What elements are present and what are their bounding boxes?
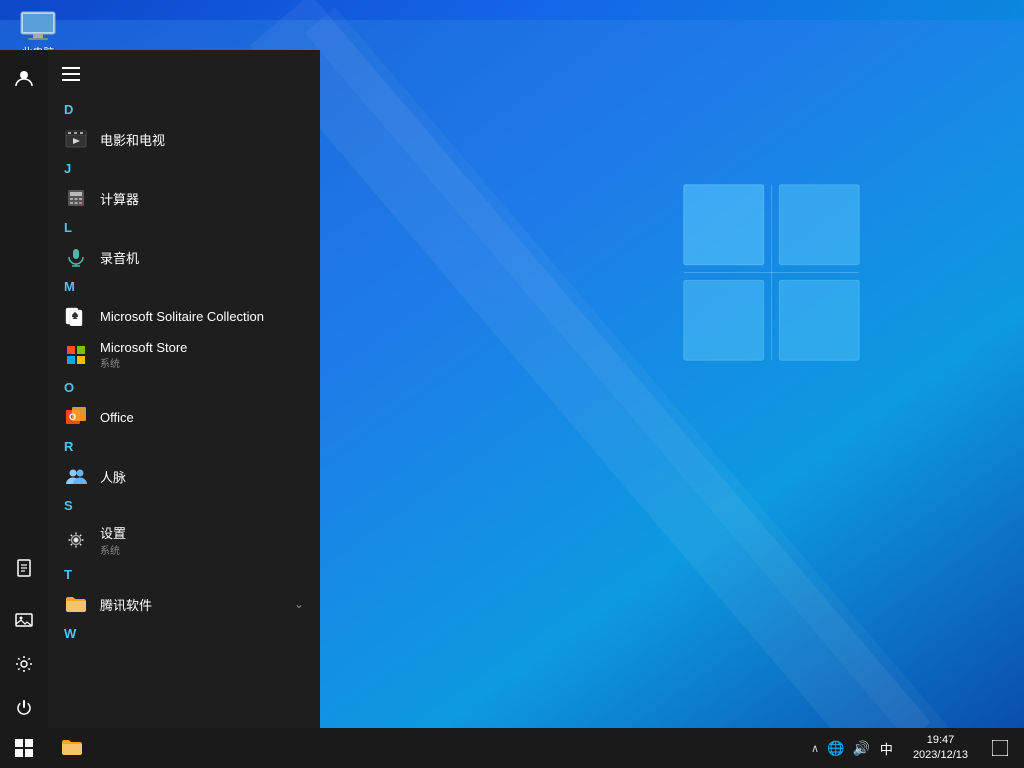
start-menu: D 电影和电视 J: [0, 50, 320, 728]
settings-icon: [64, 528, 88, 552]
app-item-settings[interactable]: 设置 系统: [48, 517, 320, 563]
section-l: L: [48, 216, 320, 239]
recorder-name: 录音机: [100, 248, 139, 267]
tencent-folder-icon: [64, 592, 88, 616]
section-t: T: [48, 563, 320, 586]
settings-name: 设置: [100, 523, 126, 542]
taskbar-clock[interactable]: 19:47 2023/12/13: [905, 733, 976, 764]
section-d: D: [48, 98, 320, 121]
solitaire-name: Microsoft Solitaire Collection: [100, 309, 264, 324]
app-item-store[interactable]: Microsoft Store 系统: [48, 334, 320, 376]
movies-icon: [64, 127, 88, 151]
systray: ∧ 🌐 🔊 中: [805, 739, 901, 758]
clock-time: 19:47: [927, 733, 955, 748]
app-item-recorder[interactable]: 录音机: [48, 239, 320, 275]
hamburger-button[interactable]: [48, 50, 320, 98]
section-w: W: [48, 622, 320, 645]
movies-info: 电影和电视: [100, 130, 165, 149]
taskbar-file-explorer-button[interactable]: [48, 728, 96, 768]
sidebar-item-document[interactable]: [4, 548, 44, 588]
tencent-name: 腾讯软件: [100, 595, 152, 614]
systray-chevron[interactable]: ∧: [811, 742, 819, 755]
calc-name: 计算器: [100, 189, 139, 208]
app-item-calculator[interactable]: 计算器: [48, 180, 320, 216]
office-icon: O: [64, 405, 88, 429]
start-sidebar: [0, 50, 48, 728]
section-s: S: [48, 494, 320, 517]
tencent-arrow: ⌄: [294, 597, 304, 611]
section-o: O: [48, 376, 320, 399]
clock-date: 2023/12/13: [913, 748, 968, 763]
taskbar-right-area: ∧ 🌐 🔊 中 19:47 2023/12/13: [805, 728, 1024, 768]
movies-name: 电影和电视: [100, 130, 165, 149]
app-list: D 电影和电视 J: [48, 50, 320, 728]
calc-icon: [64, 186, 88, 210]
section-m: M: [48, 275, 320, 298]
settings-subtitle: 系统: [100, 542, 126, 557]
taskbar: ∧ 🌐 🔊 中 19:47 2023/12/13: [0, 728, 1024, 768]
contacts-name: 人脉: [100, 467, 126, 486]
contacts-icon: [64, 464, 88, 488]
volume-icon[interactable]: 🔊: [852, 740, 869, 757]
ime-indicator[interactable]: 中: [878, 739, 895, 758]
sidebar-item-power[interactable]: [4, 688, 44, 728]
recorder-icon: [64, 245, 88, 269]
taskbar-notification-button[interactable]: [980, 728, 1020, 768]
section-j: J: [48, 157, 320, 180]
store-info: Microsoft Store 系统: [100, 340, 187, 370]
app-item-solitaire[interactable]: Microsoft Solitaire Collection: [48, 298, 320, 334]
office-name: Office: [100, 410, 134, 425]
sidebar-item-user[interactable]: [4, 58, 44, 98]
sidebar-item-settings[interactable]: [4, 644, 44, 684]
store-icon: [64, 343, 88, 367]
taskbar-start-button[interactable]: [0, 728, 48, 768]
app-item-tencent[interactable]: 腾讯软件 ⌄: [48, 586, 320, 622]
solitaire-icon: [64, 304, 88, 328]
store-subtitle: 系统: [100, 355, 187, 370]
sidebar-item-photos[interactable]: [4, 600, 44, 640]
settings-info: 设置 系统: [100, 523, 126, 557]
windows-logo-desktop: [674, 175, 869, 370]
store-name: Microsoft Store: [100, 340, 187, 355]
app-item-movies[interactable]: 电影和电视: [48, 121, 320, 157]
section-r: R: [48, 435, 320, 458]
app-item-contacts[interactable]: 人脉: [48, 458, 320, 494]
app-item-office[interactable]: O Office: [48, 399, 320, 435]
svg-text:O: O: [69, 412, 76, 422]
network-icon[interactable]: 🌐: [827, 740, 844, 757]
thispc-icon: [18, 10, 58, 42]
